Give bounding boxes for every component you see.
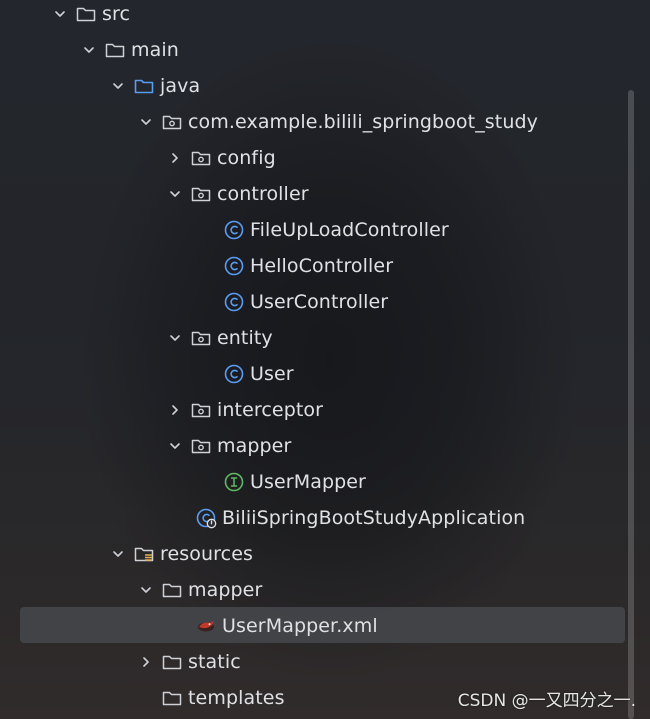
spring-boot-class-icon	[194, 506, 218, 530]
tree-item-label: BiliiSpringBootStudyApplication	[222, 507, 526, 529]
chevron-down-icon[interactable]	[104, 68, 132, 104]
chevron-down-icon[interactable]	[104, 536, 132, 572]
tree-item-label: main	[131, 39, 179, 61]
tree-item-label: static	[188, 651, 241, 673]
package-icon	[189, 146, 213, 170]
mybatis-xml-icon	[194, 614, 218, 638]
tree-item-src[interactable]: src	[0, 0, 630, 32]
package-icon	[189, 182, 213, 206]
tree-item-label: mapper	[188, 579, 263, 601]
tree-item-main[interactable]: main	[0, 32, 630, 68]
chevron-down-icon[interactable]	[132, 572, 160, 608]
class-icon	[222, 218, 246, 242]
chevron-down-icon[interactable]	[75, 32, 103, 68]
package-icon	[189, 398, 213, 422]
tree-item-controller[interactable]: controller	[0, 176, 630, 212]
tree-item-label: templates	[188, 687, 285, 709]
package-icon	[189, 434, 213, 458]
package-icon	[189, 326, 213, 350]
package-icon	[160, 110, 184, 134]
chevron-down-icon[interactable]	[46, 0, 74, 32]
tree-item-label: controller	[217, 183, 309, 205]
tree-item-label: com.example.bilili_springboot_study	[188, 111, 538, 133]
chevron-right-icon[interactable]	[161, 140, 189, 176]
tree-item-label: UserMapper.xml	[222, 615, 378, 637]
tree-item-mapper-folder[interactable]: mapper	[0, 572, 630, 608]
tree-item-label: config	[217, 147, 276, 169]
tree-item-label: interceptor	[217, 399, 324, 421]
tree-item-usercontroller[interactable]: UserController	[0, 284, 630, 320]
tree-item-fileuploadcontroller[interactable]: FileUpLoadController	[0, 212, 630, 248]
chevron-down-icon[interactable]	[132, 104, 160, 140]
class-icon	[222, 290, 246, 314]
folder-icon	[74, 2, 98, 26]
tree-item-label: UserMapper	[250, 471, 366, 493]
tree-item-mapper-package[interactable]: mapper	[0, 428, 630, 464]
tree-item-label: src	[102, 3, 131, 25]
scrollbar-thumb[interactable]	[628, 90, 634, 719]
folder-icon	[103, 38, 127, 62]
tree-item-entity[interactable]: entity	[0, 320, 630, 356]
project-tree-panel: src main java com.example.bilili_springb…	[0, 0, 650, 719]
tree-item-label: FileUpLoadController	[250, 219, 449, 241]
tree-item-usermapper-xml[interactable]: UserMapper.xml	[0, 608, 630, 644]
scrollbar-track[interactable]	[634, 0, 650, 719]
class-icon	[222, 254, 246, 278]
watermark: CSDN @一又四分之一.	[457, 691, 636, 711]
source-folder-icon	[132, 74, 156, 98]
tree-item-usermapper[interactable]: UserMapper	[0, 464, 630, 500]
tree-item-label: entity	[217, 327, 273, 349]
tree-item-resources[interactable]: resources	[0, 536, 630, 572]
folder-icon	[160, 686, 184, 710]
tree-item-user[interactable]: User	[0, 356, 630, 392]
chevron-right-icon[interactable]	[132, 644, 160, 680]
tree-item-label: UserController	[250, 291, 389, 313]
chevron-down-icon[interactable]	[161, 428, 189, 464]
class-icon	[222, 362, 246, 386]
tree-item-label: mapper	[217, 435, 292, 457]
tree-item-interceptor[interactable]: interceptor	[0, 392, 630, 428]
tree-item-config[interactable]: config	[0, 140, 630, 176]
interface-icon	[222, 470, 246, 494]
tree-item-application[interactable]: BiliiSpringBootStudyApplication	[0, 500, 630, 536]
tree-item-hellocontroller[interactable]: HelloController	[0, 248, 630, 284]
folder-icon	[160, 578, 184, 602]
tree-item-static[interactable]: static	[0, 644, 630, 680]
chevron-down-icon[interactable]	[161, 176, 189, 212]
folder-icon	[160, 650, 184, 674]
tree-item-label: User	[250, 363, 294, 385]
tree-item-label: HelloController	[250, 255, 394, 277]
resources-folder-icon	[132, 542, 156, 566]
chevron-down-icon[interactable]	[161, 320, 189, 356]
tree-item-package-root[interactable]: com.example.bilili_springboot_study	[0, 104, 630, 140]
chevron-right-icon[interactable]	[161, 392, 189, 428]
tree-item-label: resources	[160, 543, 253, 565]
tree-item-label: java	[160, 75, 201, 97]
tree-item-java[interactable]: java	[0, 68, 630, 104]
